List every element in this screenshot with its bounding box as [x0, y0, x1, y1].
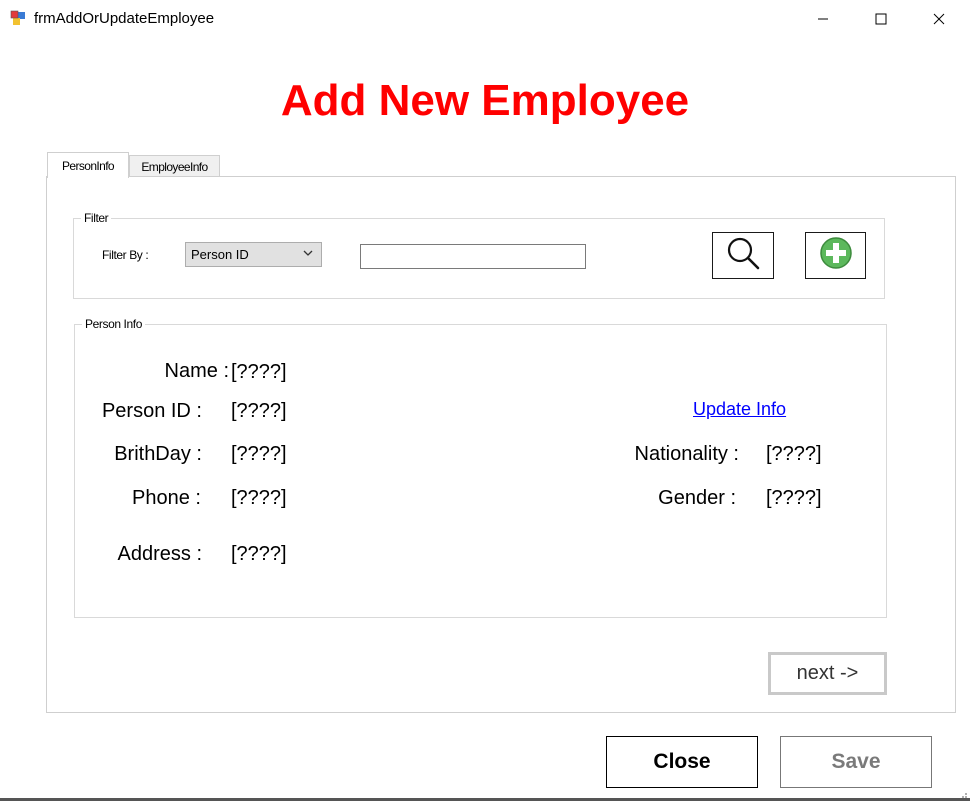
address-value: [????] [231, 543, 287, 565]
update-info-link[interactable]: Update Info [693, 399, 786, 420]
filter-by-selected: Person ID [191, 247, 249, 262]
birthday-label: BrithDay : [114, 443, 202, 465]
name-label: Name : [164, 360, 229, 382]
next-button[interactable]: next -> [768, 652, 887, 695]
filter-search-input[interactable] [360, 244, 586, 269]
window-title: frmAddOrUpdateEmployee [34, 10, 215, 27]
close-button-label: Close [653, 750, 711, 773]
maximize-button[interactable] [852, 0, 910, 38]
filter-group-label: Filter [81, 211, 112, 225]
filter-by-label: Filter By : [102, 248, 149, 262]
tab-employeeinfo-label: EmployeeInfo [141, 159, 208, 174]
person-id-label: Person ID : [101, 400, 202, 422]
page-title: Add New Employee [280, 76, 690, 125]
close-icon [933, 9, 945, 30]
birthday-value: [????] [231, 443, 287, 465]
next-button-label: next -> [796, 662, 859, 684]
close-window-button[interactable] [910, 0, 968, 38]
maximize-icon [875, 9, 887, 30]
search-icon [725, 235, 761, 276]
phone-label: Phone : [132, 487, 201, 509]
tab-personinfo[interactable]: PersonInfo [47, 152, 129, 178]
gender-value: [????] [766, 487, 822, 509]
tab-panel: Filter Filter By : Person ID Person Info… [46, 176, 956, 713]
save-button-label: Save [831, 750, 881, 773]
name-value: [????] [231, 361, 287, 383]
chevron-down-icon [302, 247, 314, 262]
save-button[interactable]: Save [780, 736, 932, 788]
add-person-icon [819, 236, 853, 275]
nationality-label: Nationality : [634, 443, 740, 465]
person-info-group-label: Person Info [82, 317, 145, 331]
gender-label: Gender : [658, 487, 736, 509]
close-button[interactable]: Close [606, 736, 758, 788]
add-person-button[interactable] [805, 232, 866, 279]
app-icon [10, 10, 26, 26]
address-label: Address : [117, 543, 202, 565]
minimize-button[interactable] [794, 0, 852, 38]
phone-value: [????] [231, 487, 287, 509]
filter-by-select[interactable]: Person ID [185, 242, 322, 267]
nationality-value: [????] [766, 443, 822, 465]
person-id-value: [????] [231, 400, 287, 422]
minimize-icon [817, 9, 829, 30]
title-bar: frmAddOrUpdateEmployee [0, 0, 970, 38]
search-button[interactable] [712, 232, 774, 279]
tab-personinfo-label: PersonInfo [61, 158, 115, 173]
tab-employeeinfo[interactable]: EmployeeInfo [129, 155, 220, 177]
